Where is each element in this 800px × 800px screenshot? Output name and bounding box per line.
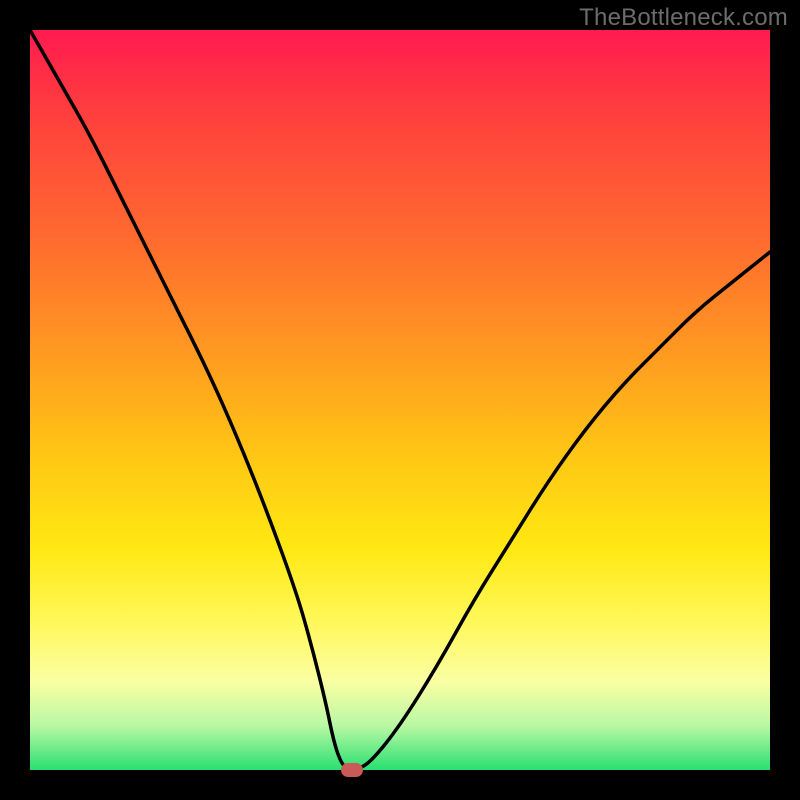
- plot-area: [30, 30, 770, 770]
- bottleneck-curve: [30, 30, 770, 770]
- chart-frame: TheBottleneck.com: [0, 0, 800, 800]
- watermark-text: TheBottleneck.com: [579, 4, 788, 32]
- optimum-marker: [341, 763, 363, 777]
